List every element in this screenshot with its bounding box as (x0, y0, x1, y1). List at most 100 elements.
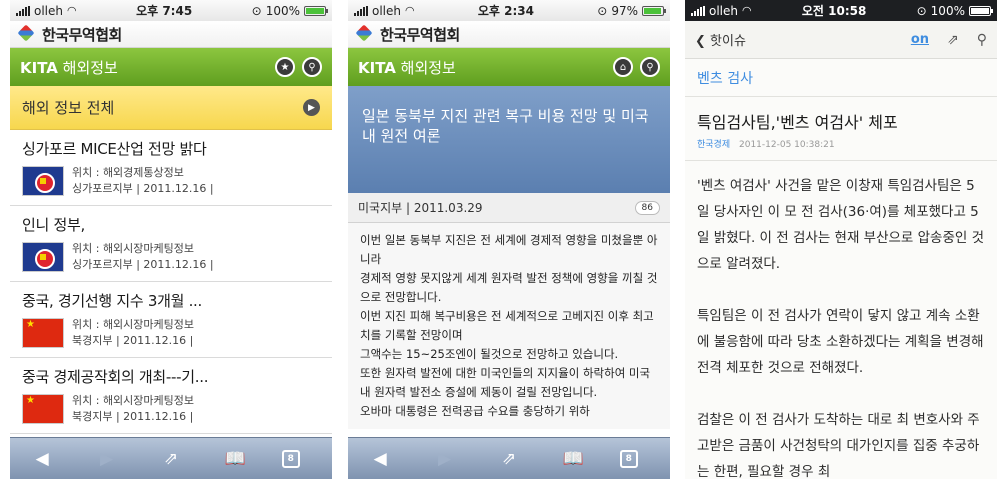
search-button[interactable]: ⚲ (640, 57, 660, 77)
header-title: KITA 해외정보 (358, 58, 456, 77)
share-icon[interactable]: ⇗ (491, 449, 527, 469)
back-arrow-icon[interactable]: ◀ (362, 449, 398, 469)
clock: 오후 7:45 (136, 4, 193, 18)
article-headline: 특임검사팀,'벤츠 여검사' 체포 (697, 113, 898, 132)
article-datetime: 2011-12-05 10:38:21 (739, 140, 835, 150)
kita-logo-icon (18, 25, 36, 43)
battery-icon (968, 5, 993, 16)
browser-toolbar: ◀ ▶ ⇗ 📖 8 (10, 437, 332, 479)
category-label[interactable]: 벤츠 검사 (685, 59, 997, 97)
tabs-button[interactable]: 8 (619, 449, 656, 468)
article-body: '벤츠 여검사' 사건을 맡은 이창재 특임검사팀은 5일 당사자인 이 모 전… (685, 161, 997, 479)
news-branch: 싱가포르지부 | 2011.12.16 | (72, 182, 214, 195)
status-bar: olleh ◠ 오후 2:34 ⊙ 97% (348, 0, 670, 21)
search-icon[interactable]: ⚲ (977, 32, 987, 48)
on-button[interactable]: on (911, 32, 929, 47)
share-icon[interactable]: ⇗ (153, 449, 189, 469)
news-location: 위치 : 해외시장마케팅정보 (72, 318, 195, 331)
article-line: 이번 지진 피해 복구비용은 전 세계적으로 고베지진 이후 최고치를 기록할 … (360, 309, 654, 342)
app-header: KITA 해외정보 ⌂ ⚲ (348, 48, 670, 86)
news-title: 중국 경제공작회의 개최---기... (22, 368, 209, 386)
app-header: KITA 해외정보 ★ ⚲ (10, 48, 332, 86)
article-line: 이번 일본 동북부 지진은 전 세계에 경제적 영향을 미쳤을뿐 아니라 (360, 233, 658, 266)
news-branch: 싱가포르지부 | 2011.12.16 | (72, 258, 214, 271)
asean-flag-icon (22, 166, 64, 196)
lock-rotation-icon: ⊙ (597, 3, 608, 18)
article-line: 오바마 대통령은 전력공급 수요를 충당하기 위하 (360, 404, 590, 418)
article-paragraph: '벤츠 여검사' 사건을 맡은 이창재 특임검사팀은 5일 당사자인 이 모 전… (697, 178, 985, 272)
article-meta: 미국지부 | 2011.03.29 86 (348, 193, 670, 223)
clock: 오후 2:34 (477, 4, 534, 18)
signal-icon (16, 5, 30, 16)
tabs-count: 8 (619, 449, 638, 468)
view-count-badge: 86 (634, 200, 660, 215)
header-title: KITA 해외정보 (20, 58, 118, 77)
china-flag-icon (22, 394, 64, 424)
logo-bar: 한국무역협회 (348, 21, 670, 48)
logo-bar: 한국무역협회 (10, 21, 332, 48)
all-info-label: 해외 정보 전체 (22, 99, 115, 117)
logo-text: 한국무역협회 (42, 25, 122, 44)
chevron-left-icon: ❮ (695, 34, 711, 49)
search-button[interactable]: ⚲ (302, 57, 322, 77)
news-item[interactable]: 중국, 경기선행 지수 3개월 ... 위치 : 해외시장마케팅정보 북경지부 … (10, 282, 332, 358)
all-info-bar[interactable]: 해외 정보 전체 ▶ (10, 86, 332, 130)
chevron-right-icon: ▶ (303, 99, 320, 116)
browser-toolbar: ◀ ▶ ⇗ 📖 8 (348, 437, 670, 479)
signal-icon (354, 5, 368, 16)
bookmarks-icon[interactable]: 📖 (555, 449, 591, 469)
battery-percent: 97% (611, 3, 638, 18)
forward-arrow-icon[interactable]: ▶ (427, 449, 463, 469)
news-title: 인니 정부, (22, 216, 85, 234)
favorite-button[interactable]: ★ (275, 57, 295, 77)
wifi-icon: ◠ (742, 4, 752, 17)
carrier-label: olleh (372, 3, 401, 18)
status-bar: olleh ◠ 오전 10:58 ⊙ 100% (685, 0, 997, 21)
carrier-label: olleh (709, 3, 738, 18)
back-button[interactable]: ❮ 핫이슈 (695, 30, 746, 49)
home-button[interactable]: ⌂ (613, 57, 633, 77)
news-item[interactable]: 인니 정부, 위치 : 해외시장마케팅정보 싱가포르지부 | 2011.12.1… (10, 206, 332, 282)
asean-flag-icon (22, 242, 64, 272)
article-body: 이번 일본 동북부 지진은 전 세계에 경제적 영향을 미쳤을뿐 아니라 경제적… (348, 223, 670, 429)
back-arrow-icon[interactable]: ◀ (24, 449, 60, 469)
article-branch-date: 미국지부 | 2011.03.29 (358, 201, 483, 215)
phone-screen-news: olleh ◠ 오전 10:58 ⊙ 100% ❮ 핫이슈 on ⇗ ⚲ 벤츠 … (685, 0, 997, 479)
article-paragraph: 특임팀은 이 전 검사가 연락이 닿지 않고 계속 소환에 불응함에 따라 당초… (697, 308, 984, 376)
wifi-icon: ◠ (405, 4, 415, 17)
kita-logo-icon (356, 25, 374, 43)
battery-icon (304, 5, 328, 16)
news-title: 싱가포르 MICE산업 전망 밝다 (22, 140, 207, 158)
lock-rotation-icon: ⊙ (251, 3, 262, 18)
share-icon[interactable]: ⇗ (947, 32, 959, 48)
news-location: 위치 : 해외경제통상정보 (72, 166, 184, 179)
logo-text: 한국무역협회 (380, 25, 460, 44)
navigation-bar: ❮ 핫이슈 on ⇗ ⚲ (685, 21, 997, 59)
battery-percent: 100% (930, 3, 965, 18)
tabs-button[interactable]: 8 (281, 449, 318, 468)
tabs-count: 8 (281, 449, 300, 468)
bookmarks-icon[interactable]: 📖 (217, 449, 253, 469)
battery-percent: 100% (265, 3, 300, 18)
signal-icon (691, 5, 705, 16)
news-title: 중국, 경기선행 지수 3개월 ... (22, 292, 202, 310)
news-branch: 북경지부 | 2011.12.16 | (72, 410, 194, 423)
status-bar: olleh ◠ 오후 7:45 ⊙ 100% (10, 0, 332, 21)
battery-icon (641, 5, 666, 16)
phone-screen-list: olleh ◠ 오후 7:45 ⊙ 100% 한국무역협회 KITA 해외정보 … (10, 0, 332, 479)
forward-arrow-icon[interactable]: ▶ (89, 449, 125, 469)
news-item[interactable]: 싱가포르 MICE산업 전망 밝다 위치 : 해외경제통상정보 싱가포르지부 |… (10, 130, 332, 206)
article-line: 또한 원자력 발전에 대한 미국인들의 지지율이 하락하여 미국내 원자력 발전… (360, 366, 651, 399)
news-location: 위치 : 해외시장마케팅정보 (72, 394, 195, 407)
phone-screen-article: olleh ◠ 오후 2:34 ⊙ 97% 한국무역협회 KITA 해외정보 ⌂… (348, 0, 670, 479)
news-branch: 북경지부 | 2011.12.16 | (72, 334, 194, 347)
china-flag-icon (22, 318, 64, 348)
news-item[interactable]: 중국 경제공작회의 개최---기... 위치 : 해외시장마케팅정보 북경지부 … (10, 358, 332, 434)
wifi-icon: ◠ (67, 4, 77, 17)
lock-rotation-icon: ⊙ (916, 3, 927, 18)
carrier-label: olleh (34, 3, 63, 18)
article-source: 한국경제 2011-12-05 10:38:21 (685, 133, 997, 161)
source-name: 한국경제 (697, 140, 731, 150)
clock: 오전 10:58 (801, 4, 867, 18)
article-line: 그액수는 15~25조엔이 될것으로 전망하고 있습니다. (360, 347, 619, 361)
